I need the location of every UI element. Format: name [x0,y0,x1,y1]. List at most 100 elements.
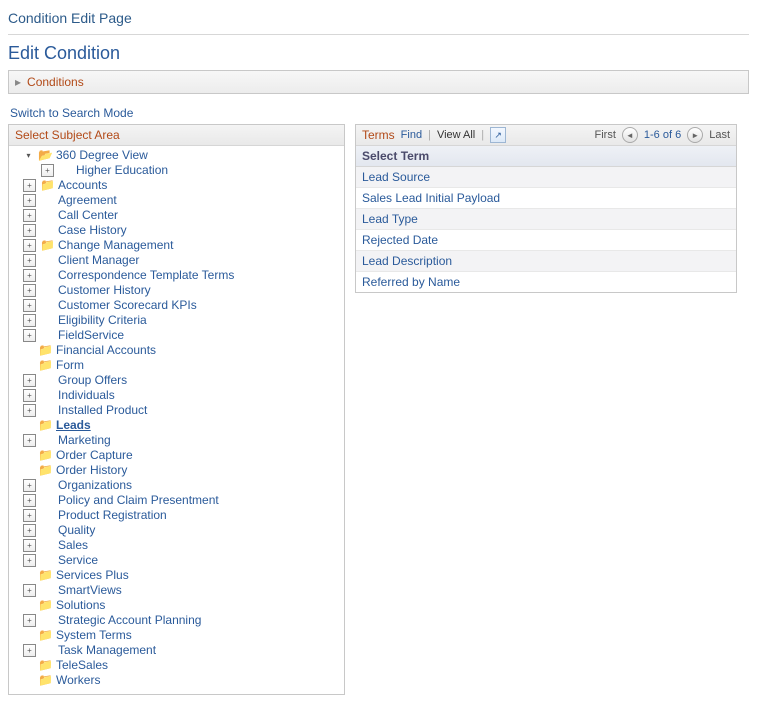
expand-icon[interactable]: + [23,179,36,192]
term-row[interactable]: Rejected Date [356,230,736,251]
term-row[interactable]: Lead Source [356,167,736,188]
expand-icon[interactable]: + [23,539,36,552]
blank-icon [23,630,34,641]
tree-label: FieldService [58,328,124,343]
tree-node[interactable]: +Organizations [13,478,340,493]
expand-icon[interactable]: + [23,584,36,597]
tree-node[interactable]: +Eligibility Criteria [13,313,340,328]
tree-node[interactable]: + Sales [13,538,340,553]
tree-node[interactable]: +Strategic Account Planning [13,613,340,628]
breadcrumb: Condition Edit Page [8,6,749,34]
blank-icon [23,675,34,686]
folder-closed-icon: 📁 [38,658,52,673]
tree-label: Workers [56,673,100,688]
tree-node[interactable]: 📁Leads [13,418,340,433]
tree-node[interactable]: +📁Accounts [13,178,340,193]
tree-node[interactable]: +SmartViews [13,583,340,598]
tree-label: Change Management [58,238,173,253]
tree-node[interactable]: +Policy and Claim Presentment [13,493,340,508]
tree-node[interactable]: +Product Registration [13,508,340,523]
expand-icon[interactable]: + [23,194,36,207]
expand-icon[interactable]: + [23,329,36,342]
tree-node[interactable]: 📁TeleSales [13,658,340,673]
tree-node[interactable]: +Agreement [13,193,340,208]
tree-node[interactable]: 📁Financial Accounts [13,343,340,358]
expand-icon[interactable]: + [23,254,36,267]
expand-icon[interactable]: + [23,224,36,237]
expand-icon[interactable]: + [23,284,36,297]
tree-node[interactable]: 📁Order History [13,463,340,478]
tree-node[interactable]: + Client Manager [13,253,340,268]
expand-icon[interactable]: + [23,314,36,327]
tree-node[interactable]: +📁Change Management [13,238,340,253]
page-title: Edit Condition [8,43,749,64]
tree-node[interactable]: +Customer History [13,283,340,298]
expand-icon[interactable]: + [23,644,36,657]
tree-node[interactable]: 📁Form [13,358,340,373]
tree-node[interactable]: 📁 Services Plus [13,568,340,583]
expand-icon[interactable]: + [23,374,36,387]
tree-node-360[interactable]: ▾ 📂 360 Degree View [13,148,340,163]
subject-area-tree: ▾ 📂 360 Degree View + Higher Education +… [9,146,344,694]
switch-to-search-link[interactable]: Switch to Search Mode [8,104,749,124]
last-link[interactable]: Last [709,129,730,141]
chevron-right-icon: ▸ [15,75,21,89]
tree-node[interactable]: 📁Solutions [13,598,340,613]
tree-label: Sales [58,538,88,553]
tree-node[interactable]: +Task Management [13,643,340,658]
tree-node[interactable]: +Customer Scorecard KPIs [13,298,340,313]
term-row[interactable]: Lead Type [356,209,736,230]
expand-icon[interactable]: + [23,239,36,252]
tree-node[interactable]: 📁Workers [13,673,340,688]
tree-node[interactable]: + FieldService [13,328,340,343]
conditions-expander[interactable]: ▸ Conditions [8,70,749,94]
folder-closed-icon: 📁 [38,628,52,643]
popout-icon[interactable]: ↗ [490,127,506,143]
find-link[interactable]: Find [401,129,422,141]
first-link[interactable]: First [595,129,616,141]
expand-icon[interactable]: + [23,404,36,417]
term-row[interactable]: Referred by Name [356,272,736,292]
tree-node[interactable]: +Service [13,553,340,568]
next-icon[interactable]: ► [687,127,703,143]
terms-title: Terms [362,128,395,142]
expand-icon[interactable]: + [23,524,36,537]
tree-node[interactable]: +Marketing [13,433,340,448]
tree-node[interactable]: +Group Offers [13,373,340,388]
tree-node[interactable]: +Individuals [13,388,340,403]
terms-body: Lead SourceSales Lead Initial PayloadLea… [356,167,736,292]
tree-label: Services Plus [56,568,129,583]
tree-node[interactable]: +Case History [13,223,340,238]
term-row[interactable]: Sales Lead Initial Payload [356,188,736,209]
tree-label: Client Manager [58,253,139,268]
expand-icon[interactable]: + [23,554,36,567]
folder-closed-icon: 📁 [38,448,52,463]
tree-node[interactable]: +Quality [13,523,340,538]
view-all-link[interactable]: View All [437,129,475,141]
tree-node[interactable]: +Call Center [13,208,340,223]
expand-icon[interactable]: + [23,479,36,492]
folder-closed-icon: 📁 [38,568,52,583]
expand-icon[interactable]: + [23,434,36,447]
expand-icon[interactable]: + [23,209,36,222]
expand-icon[interactable]: + [23,389,36,402]
expand-icon[interactable]: + [23,494,36,507]
tree-node[interactable]: 📁Order Capture [13,448,340,463]
terms-grid-header: Terms Find | View All | ↗ First ◄ 1-6 of… [356,125,736,146]
prev-icon[interactable]: ◄ [622,127,638,143]
expand-icon[interactable]: + [23,614,36,627]
term-row[interactable]: Lead Description [356,251,736,272]
expand-icon[interactable]: + [41,164,54,177]
tree-label: Form [56,358,84,373]
expand-icon[interactable]: + [23,299,36,312]
expand-icon[interactable]: + [23,509,36,522]
expand-icon[interactable]: + [23,269,36,282]
tree-label: Order History [56,463,127,478]
tree-node[interactable]: +Correspondence Template Terms [13,268,340,283]
tree-node-higher-ed[interactable]: + Higher Education [13,163,340,178]
tree-node[interactable]: 📁System Terms [13,628,340,643]
collapse-icon[interactable]: ▾ [23,150,34,161]
tree-label: Solutions [56,598,105,613]
tree-node[interactable]: +Installed Product [13,403,340,418]
divider [8,34,749,35]
